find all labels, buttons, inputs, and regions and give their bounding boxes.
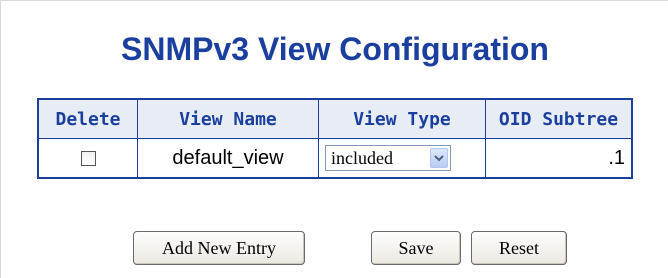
table-header-row: Delete View Name View Type OID Subtree — [39, 100, 631, 139]
view-config-table: Delete View Name View Type OID Subtree d… — [37, 98, 633, 179]
delete-checkbox[interactable] — [80, 150, 96, 166]
reset-button[interactable]: Reset — [471, 231, 567, 265]
view-type-value: included — [331, 148, 393, 168]
view-type-select[interactable]: included — [325, 145, 451, 171]
header-delete: Delete — [39, 100, 138, 139]
view-name-cell: default_view — [138, 139, 319, 177]
dropdown-arrow-button[interactable] — [430, 148, 448, 168]
table-row: default_view included .1 — [39, 139, 631, 177]
page-title: SNMPv3 View Configuration — [121, 31, 549, 67]
header-oid-subtree: OID Subtree — [486, 100, 631, 139]
header-view-type: View Type — [319, 100, 486, 139]
delete-cell — [39, 139, 138, 177]
add-new-entry-button[interactable]: Add New Entry — [133, 231, 305, 265]
chevron-down-icon — [434, 154, 444, 161]
snmpv3-view-config-page: SNMPv3 View Configuration Delete View Na… — [0, 0, 668, 278]
view-type-cell: included — [319, 139, 486, 177]
save-button[interactable]: Save — [371, 231, 461, 265]
header-view-name: View Name — [138, 100, 319, 139]
oid-subtree-cell: .1 — [608, 146, 625, 169]
